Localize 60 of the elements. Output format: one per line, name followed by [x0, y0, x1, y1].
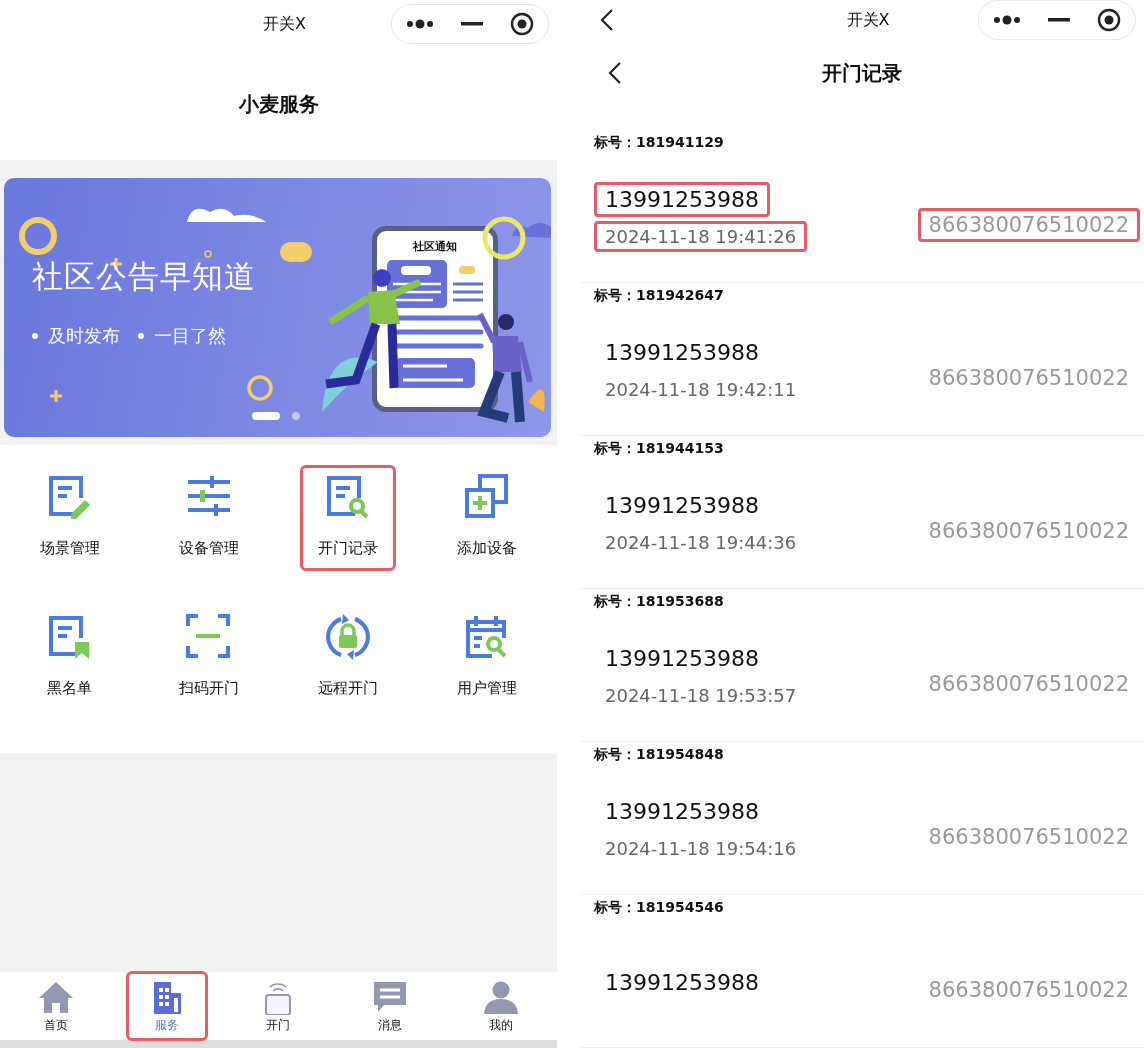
record-number: 标号：181954848 [594, 746, 725, 764]
tab-bar-item[interactable]: 开门 [237, 971, 320, 1041]
service-item[interactable]: 远程开门 [300, 605, 397, 711]
device-id: 866380076510022 [917, 208, 1140, 242]
device-id: 866380076510022 [927, 518, 1130, 545]
tab-bar-item[interactable]: 服务 [126, 971, 209, 1041]
service-item[interactable]: 用户管理 [439, 605, 536, 711]
service-item[interactable]: 扫码开门 [160, 605, 257, 711]
window-title: 开关X [846, 9, 890, 31]
bullet-dot-icon [138, 333, 144, 339]
service-item[interactable]: 场景管理 [21, 465, 118, 571]
close-icon[interactable] [1097, 8, 1122, 32]
page-title: 开门记录 [822, 59, 902, 87]
back-icon[interactable] [608, 61, 622, 85]
back-icon[interactable] [600, 8, 614, 32]
page-dot[interactable] [292, 412, 300, 420]
phone-number: 13991253988 [604, 339, 760, 367]
page-title: 小麦服务 [238, 90, 319, 118]
device-id: 866380076510022 [927, 824, 1130, 851]
record-time: 2024-11-18 19:54:16 [604, 837, 798, 861]
tab-bar-item[interactable]: 消息 [348, 971, 431, 1041]
record-number: 标号：181941129 [594, 134, 725, 152]
scan-icon [185, 614, 232, 660]
banner-title: 社区公告早知道 [32, 257, 257, 296]
record-number: 标号：181953688 [594, 593, 725, 611]
record-time: 2024-11-18 19:41:26 [594, 221, 808, 252]
service-item[interactable]: 开门记录 [300, 465, 397, 571]
record-number: 标号：181944153 [594, 440, 725, 458]
lock-refresh-icon [325, 614, 372, 660]
phone-number: 13991253988 [594, 182, 770, 217]
record-time: 2024-11-18 19:42:11 [604, 378, 798, 402]
card-title: 社区通知 [413, 239, 457, 254]
add-copy-icon [464, 474, 511, 520]
minimize-icon[interactable] [1048, 18, 1070, 22]
bullet-dot-icon [32, 333, 38, 339]
device-id: 866380076510022 [927, 671, 1130, 698]
banner-bullet: 一目了然 [154, 324, 226, 348]
service-item[interactable]: 黑名单 [21, 605, 118, 711]
more-icon[interactable] [405, 19, 434, 29]
tab-bar-item[interactable]: 首页 [14, 971, 97, 1041]
document-pencil-icon [46, 474, 93, 520]
service-item[interactable]: 添加设备 [439, 465, 536, 571]
banner-bullet: 及时发布 [48, 324, 120, 348]
phone-number: 13991253988 [604, 645, 760, 673]
record-time: 2024-11-18 19:44:36 [604, 531, 798, 555]
notice-banner[interactable]: 社区公告早知道 及时发布 一目了然 社区通知 [4, 178, 551, 437]
service-item[interactable]: 设备管理 [160, 465, 257, 571]
phone-number: 13991253988 [604, 798, 760, 826]
record-number: 标号：181954546 [594, 899, 725, 917]
record-number: 标号：181942647 [594, 287, 725, 305]
device-id: 866380076510022 [927, 977, 1130, 1004]
minimize-icon[interactable] [461, 22, 483, 26]
phone-number: 13991253988 [604, 492, 760, 520]
more-icon[interactable] [992, 15, 1021, 25]
close-icon[interactable] [510, 12, 535, 36]
device-id: 866380076510022 [927, 365, 1130, 392]
tab-bar-item[interactable]: 我的 [460, 971, 543, 1041]
phone-number: 13991253988 [604, 968, 760, 997]
window-title: 开关X [263, 13, 306, 35]
record-time: 2024-11-18 19:53:57 [604, 684, 798, 708]
